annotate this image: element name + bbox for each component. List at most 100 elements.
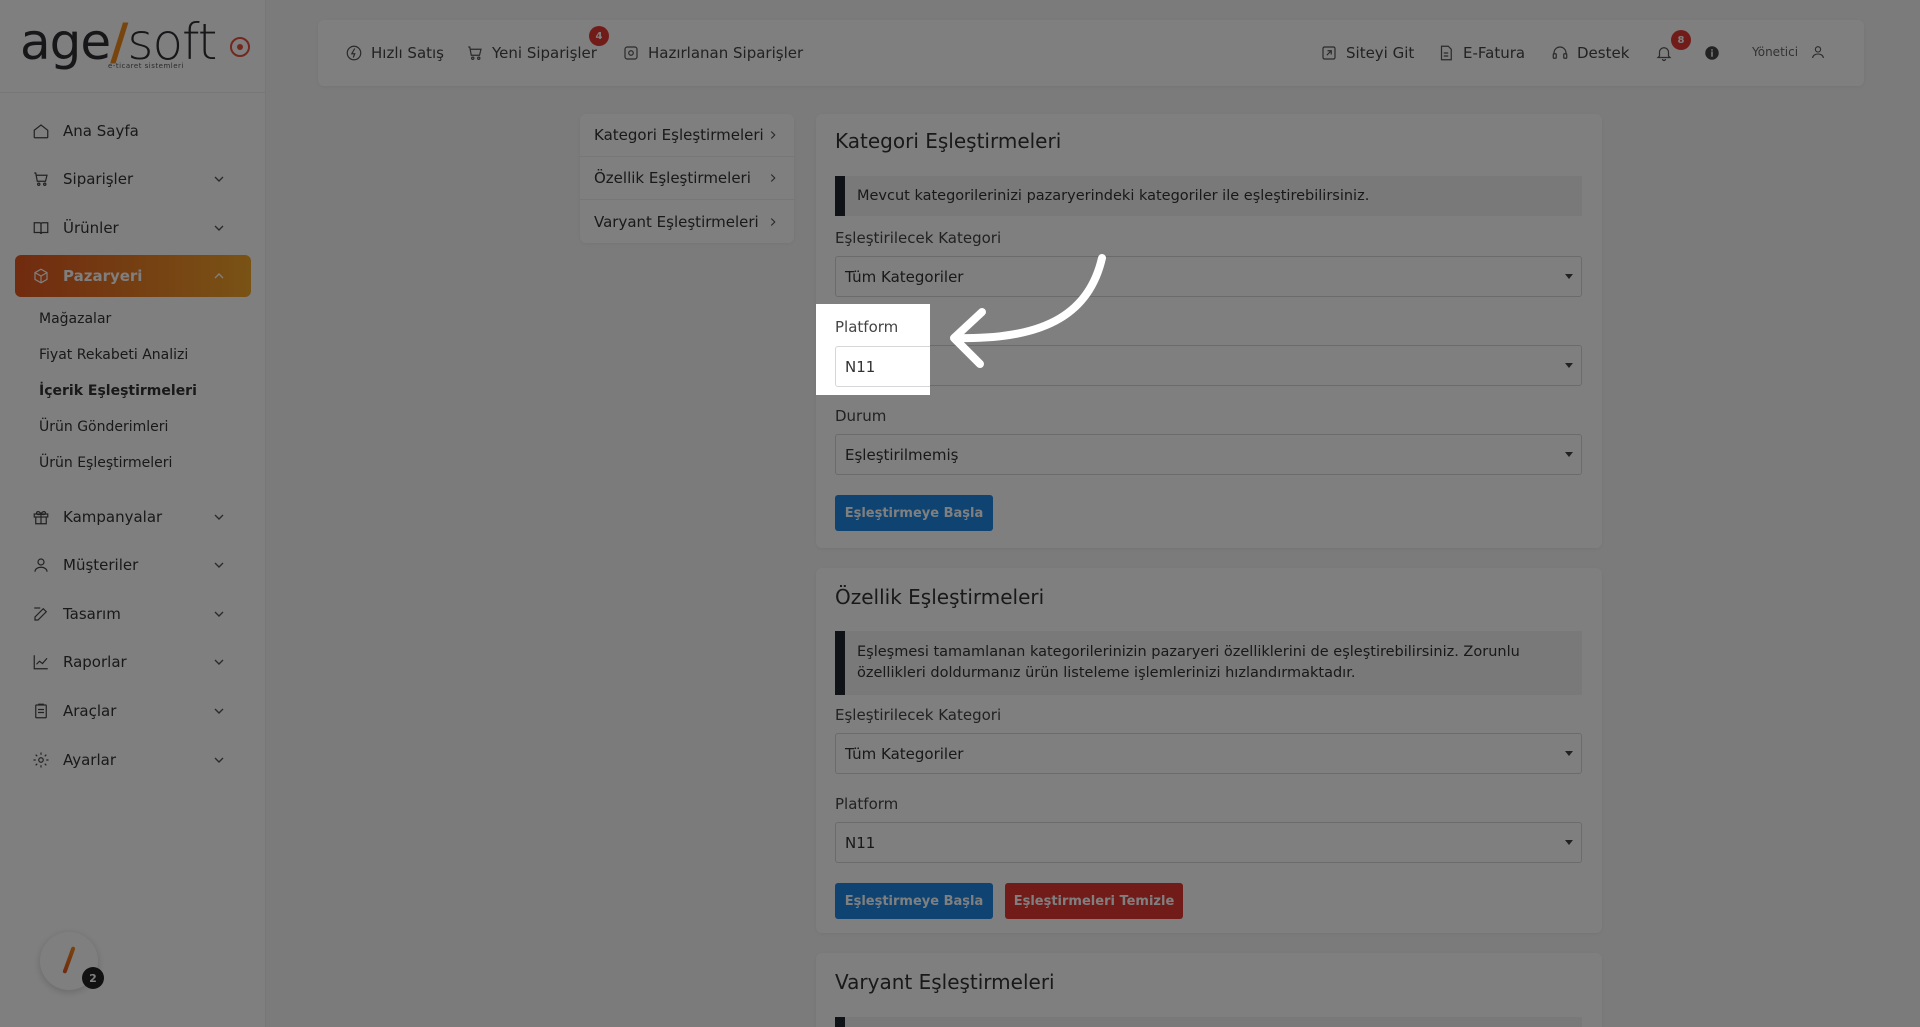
- feature-category-value: Tüm Kategoriler: [845, 744, 964, 763]
- subnav-icerik-eslestirmeleri[interactable]: İçerik Eşleştirmeleri: [39, 383, 197, 399]
- sidebar-item-ana-sayfa[interactable]: Ana Sayfa: [15, 110, 251, 152]
- support-label: Destek: [1577, 44, 1630, 62]
- einvoice-label: E-Fatura: [1463, 44, 1526, 62]
- variant-info-box: [835, 1017, 1582, 1027]
- category-start-matching-button[interactable]: Eşleştirmeye Başla: [835, 495, 993, 531]
- caret-down-icon: [1565, 274, 1573, 279]
- chevron-down-icon: [211, 606, 227, 622]
- chevron-down-icon: [211, 171, 227, 187]
- quick-sale-link[interactable]: Hızlı Satış: [345, 42, 444, 64]
- preparing-orders-link[interactable]: Hazırlanan Siparişler: [622, 42, 803, 64]
- sidebar-item-label: Araçlar: [63, 702, 117, 720]
- variant-card-title: Varyant Eşleştirmeleri: [835, 970, 1055, 994]
- status-select-label: Durum: [835, 407, 887, 425]
- new-orders-link[interactable]: Yeni Siparişler: [466, 42, 597, 64]
- caret-down-icon: [1565, 452, 1573, 457]
- external-site-icon: [1322, 46, 1336, 60]
- chevron-down-icon: [211, 557, 227, 573]
- info-icon[interactable]: [1703, 44, 1721, 62]
- category-matching-card: Kategori Eşleştirmeleri Mevcut kategoril…: [816, 114, 1602, 548]
- sidebar-item-raporlar[interactable]: Raporlar: [15, 641, 251, 683]
- user-menu[interactable]: Yönetici: [1752, 44, 1826, 60]
- caret-down-icon: [1565, 363, 1573, 368]
- top-bar: Hızlı Satış Yeni Siparişler 4 Hazırlanan…: [318, 20, 1864, 86]
- subnav-urun-gonderimleri[interactable]: Ürün Gönderimleri: [39, 419, 168, 435]
- submenu-variant-matching[interactable]: Varyant Eşleştirmeleri: [580, 200, 794, 243]
- sidebar-item-urunler[interactable]: Ürünler: [15, 207, 251, 249]
- pin-sidebar-icon[interactable]: [230, 37, 250, 57]
- lightning-icon: [346, 45, 362, 61]
- gift-icon: [31, 507, 51, 527]
- headset-icon: [1552, 46, 1568, 59]
- sidebar-item-siparisler[interactable]: Siparişler: [15, 158, 251, 200]
- sidebar-item-label: Ana Sayfa: [63, 122, 139, 140]
- sidebar-item-kampanyalar[interactable]: Kampanyalar: [15, 496, 251, 538]
- einvoice-link[interactable]: E-Fatura: [1437, 42, 1525, 64]
- subnav-urun-eslestirmeleri[interactable]: Ürün Eşleştirmeleri: [39, 455, 172, 471]
- highlight-platform-value: N11: [845, 357, 876, 376]
- feature-info-box: Eşleşmesi tamamlanan kategorilerinizin p…: [835, 631, 1582, 695]
- book-icon: [31, 218, 51, 238]
- chevron-down-icon: [211, 654, 227, 670]
- sidebar-item-musteriler[interactable]: Müşteriler: [15, 544, 251, 586]
- category-select-label: Eşleştirilecek Kategori: [835, 229, 1002, 247]
- feature-start-matching-button[interactable]: Eşleştirmeye Başla: [835, 883, 993, 919]
- sidebar-item-label: Müşteriler: [63, 556, 139, 574]
- edit-icon: [31, 604, 51, 624]
- platform-select[interactable]: N11: [835, 345, 1582, 386]
- subnav-fiyat-rekabeti-analizi[interactable]: Fiyat Rekabeti Analizi: [39, 347, 188, 363]
- cart-icon: [31, 169, 51, 189]
- invoice-icon: [1440, 45, 1452, 61]
- user-icon: [31, 555, 51, 575]
- cart-icon: [468, 46, 482, 60]
- chevron-down-icon: [211, 220, 227, 236]
- new-orders-label: Yeni Siparişler: [492, 44, 597, 62]
- feature-platform-label: Platform: [835, 795, 899, 813]
- submenu-label: Varyant Eşleştirmeleri: [594, 212, 759, 231]
- chevron-down-icon: [211, 752, 227, 768]
- chevron-down-icon: [211, 703, 227, 719]
- sidebar-item-ayarlar[interactable]: Ayarlar: [15, 739, 251, 781]
- support-link[interactable]: Destek: [1551, 42, 1629, 64]
- caret-down-icon: [1565, 840, 1573, 845]
- sidebar-item-pazaryeri[interactable]: Pazaryeri: [15, 255, 251, 297]
- sidebar-item-label: Siparişler: [63, 170, 134, 188]
- user-icon: [1812, 46, 1824, 59]
- submenu-category-matching[interactable]: Kategori Eşleştirmeleri: [580, 114, 794, 157]
- chart-icon: [31, 652, 51, 672]
- category-info-box: Mevcut kategorilerinizi pazaryerindeki k…: [835, 176, 1582, 216]
- variant-matching-card: Varyant Eşleştirmeleri: [816, 953, 1602, 1027]
- sidebar: age/soft e-ticaret sistemleri Ana Sayfa …: [0, 0, 266, 1027]
- caret-down-icon: [1565, 751, 1573, 756]
- agesoft-mark-icon: [62, 946, 76, 974]
- notification-bell-icon[interactable]: [1655, 44, 1673, 62]
- go-site-link[interactable]: Siteyi Git: [1320, 42, 1414, 64]
- preparing-orders-label: Hazırlanan Siparişler: [648, 44, 804, 62]
- user-name: Yönetici: [1752, 45, 1799, 59]
- status-select[interactable]: Eşleştirilmemiş: [835, 434, 1582, 475]
- category-select[interactable]: Tüm Kategoriler: [835, 256, 1582, 297]
- new-orders-badge: 4: [589, 26, 609, 46]
- highlight-platform-label: Platform: [835, 318, 899, 336]
- matching-submenu: Kategori Eşleştirmeleri Özellik Eşleştir…: [580, 114, 794, 243]
- feature-clear-matching-button[interactable]: Eşleştirmeleri Temizle: [1005, 883, 1183, 919]
- agesoft-logo[interactable]: age/soft e-ticaret sistemleri: [20, 17, 217, 72]
- feature-category-label: Eşleştirilecek Kategori: [835, 706, 1002, 724]
- submenu-feature-matching[interactable]: Özellik Eşleştirmeleri: [580, 157, 794, 200]
- subnav-magazalar[interactable]: Mağazalar: [39, 311, 111, 327]
- sidebar-item-label: Tasarım: [63, 605, 121, 623]
- feature-category-select[interactable]: Tüm Kategoriler: [835, 733, 1582, 774]
- sidebar-item-araclar[interactable]: Araçlar: [15, 690, 251, 732]
- sidebar-item-label: Ürünler: [63, 219, 119, 237]
- notification-badge: 8: [1671, 30, 1691, 50]
- sidebar-item-label: Kampanyalar: [63, 508, 163, 526]
- highlight-platform-select[interactable]: N11: [835, 346, 930, 387]
- feature-platform-select[interactable]: N11: [835, 822, 1582, 863]
- sidebar-item-label: Ayarlar: [63, 751, 117, 769]
- package-icon: [624, 46, 638, 60]
- box-icon: [31, 266, 51, 286]
- quick-sale-label: Hızlı Satış: [371, 44, 445, 62]
- sidebar-item-label: Pazaryeri: [63, 267, 143, 285]
- chevron-up-icon: [211, 268, 227, 284]
- sidebar-item-tasarim[interactable]: Tasarım: [15, 593, 251, 635]
